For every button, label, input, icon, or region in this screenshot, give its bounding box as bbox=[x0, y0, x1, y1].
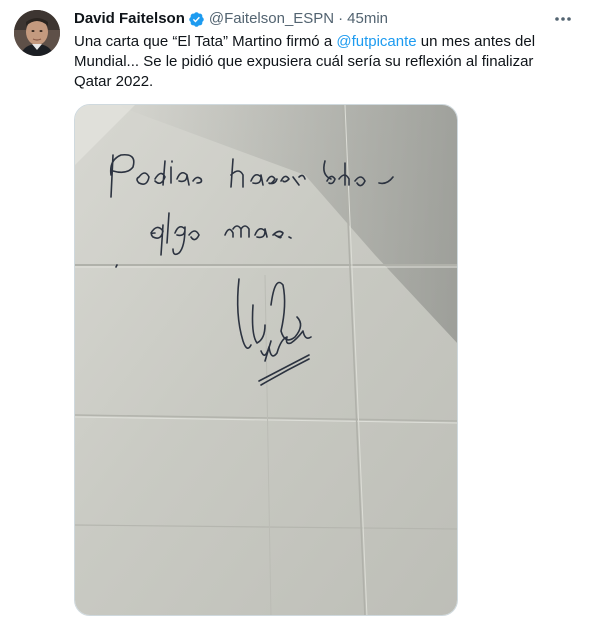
tweet-timestamp[interactable]: 45min bbox=[347, 9, 388, 29]
verified-badge-icon bbox=[188, 11, 205, 28]
mention-link[interactable]: @futpicante bbox=[336, 33, 416, 50]
tweet: David Faitelson @Faitelson_ESPN · 45min … bbox=[0, 0, 590, 620]
author-handle[interactable]: @Faitelson_ESPN bbox=[209, 9, 334, 29]
avatar[interactable] bbox=[14, 10, 60, 56]
header-separator: · bbox=[338, 10, 344, 27]
tweet-text: Una carta que “El Tata” Martino firmó a … bbox=[74, 32, 574, 92]
tweet-photo[interactable] bbox=[74, 104, 458, 616]
handwritten-letter-image bbox=[75, 105, 457, 615]
more-options-icon[interactable] bbox=[552, 12, 574, 26]
tweet-body: David Faitelson @Faitelson_ESPN · 45min … bbox=[74, 8, 576, 92]
tweet-text-part1: Una carta que “El Tata” Martino firmó a bbox=[74, 33, 337, 50]
author-name[interactable]: David Faitelson bbox=[74, 9, 185, 29]
tweet-header: David Faitelson @Faitelson_ESPN · 45min bbox=[74, 8, 576, 30]
